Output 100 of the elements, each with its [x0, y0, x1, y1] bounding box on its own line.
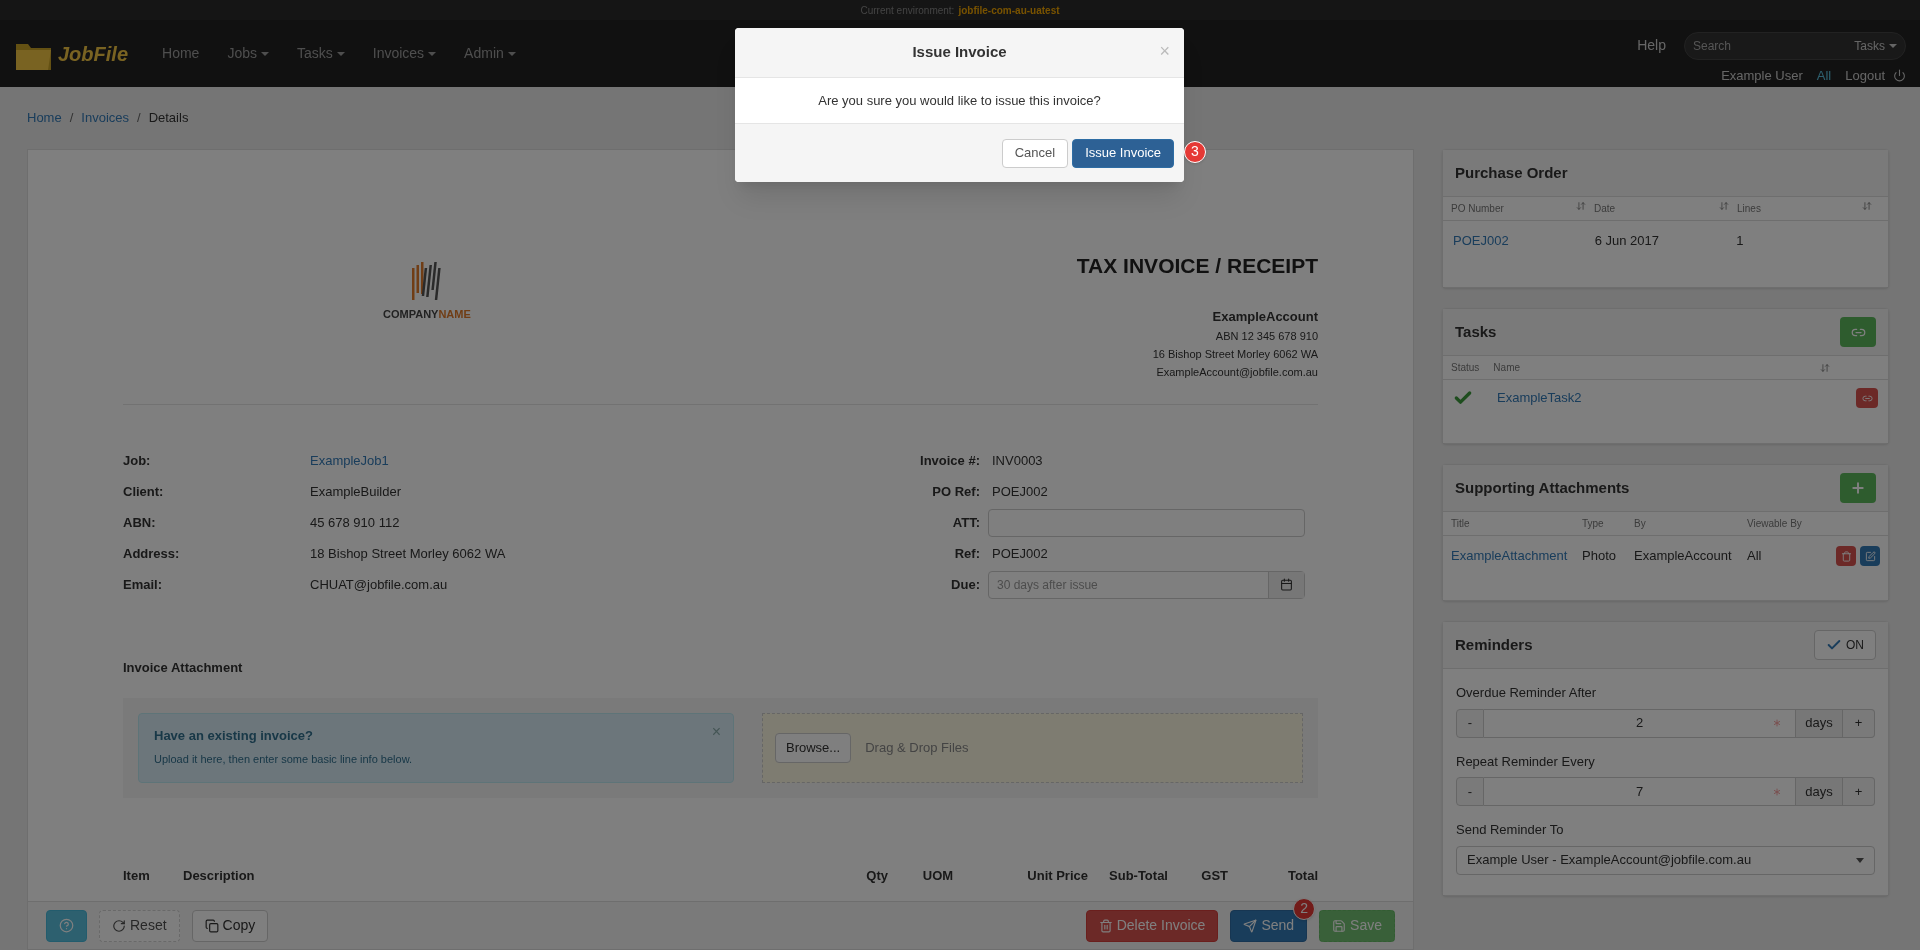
panel-title: Tasks [1455, 321, 1497, 342]
unit-label: days [1795, 777, 1843, 806]
job-link[interactable]: ExampleJob1 [310, 450, 389, 471]
caret-icon [1856, 857, 1864, 863]
field-value: ExampleBuilder [310, 482, 402, 501]
help-link[interactable]: Help [1637, 35, 1666, 57]
column-header: Date [1594, 202, 1616, 216]
table-cell-text: 6 Jun 2017 [1594, 232, 1660, 250]
refresh-icon [112, 918, 126, 933]
column-header: GST [1200, 866, 1228, 885]
field-value: 18 Bishop Street Morley 6062 WA [310, 544, 506, 563]
table-cell-text: ExampleAccount [1634, 547, 1733, 566]
field-label: ABN: [123, 513, 157, 532]
decrement-button[interactable]: - [1456, 777, 1484, 806]
search-field[interactable]: Search Tasks [1684, 31, 1906, 60]
field-label: ATT: [951, 513, 981, 532]
nav-link[interactable]: Admin [450, 43, 530, 64]
caret-icon [260, 51, 269, 56]
breadcrumb-separator: / [137, 109, 141, 128]
send-to-label: Send Reminder To [1456, 821, 1565, 839]
nav-link[interactable]: Jobs [213, 43, 283, 64]
column-header: Unit Price [1026, 866, 1088, 885]
stepper-label: Repeat Reminder Every [1456, 752, 1596, 771]
environment-name: jobfile-com-au-uatest [958, 3, 1060, 18]
link-task-button[interactable] [1840, 317, 1876, 347]
attachment-link[interactable]: ExampleAttachment [1451, 546, 1582, 566]
field-value: CHUAT@jobfile.com.au [310, 575, 448, 594]
decrement-button[interactable]: - [1456, 708, 1484, 738]
field-value: POEJ002 [992, 482, 1048, 501]
user-name: Example User [1721, 66, 1803, 85]
field-label: Job: [123, 451, 152, 470]
task-link[interactable]: ExampleTask2 [1497, 388, 1856, 408]
column-header: Type [1582, 517, 1605, 531]
search-placeholder: Search [1693, 37, 1732, 55]
close-button[interactable]: × [1159, 38, 1170, 65]
po-link[interactable]: POEJ002 [1453, 231, 1595, 251]
breadcrumb-separator: / [69, 109, 74, 128]
column-header: Title [1451, 517, 1471, 531]
power-icon [1893, 69, 1906, 82]
breadcrumb-link[interactable]: Home [27, 108, 62, 128]
delete-button[interactable] [1836, 546, 1856, 566]
nav-link[interactable]: Tasks [282, 43, 359, 64]
breadcrumb-link[interactable]: Invoices [81, 108, 129, 128]
issue-invoice-button[interactable]: Issue Invoice [1072, 138, 1174, 168]
unit-label: days [1795, 708, 1843, 738]
caret-icon [507, 51, 516, 56]
selected-recipient: Example User - ExampleAccount@jobfile.com.au [1467, 851, 1752, 870]
company-name: COMPANYNAME [383, 307, 471, 322]
alert-text: Upload it here, then enter some basic line info below. [154, 752, 414, 767]
nav-link[interactable]: Home [148, 43, 214, 64]
table-cell-text: All [1747, 547, 1763, 566]
number-input-field[interactable]: 7 [1484, 777, 1795, 806]
increment-button[interactable]: + [1843, 777, 1875, 806]
nav-link[interactable]: Invoices [358, 43, 451, 64]
number-input-field[interactable]: 2 [1484, 708, 1795, 738]
add-attachment-button[interactable] [1840, 473, 1876, 503]
reminders-toggle[interactable]: ON [1814, 630, 1876, 660]
search-scope-dropdown[interactable]: Tasks [1854, 36, 1897, 55]
att-input-field[interactable] [988, 508, 1305, 537]
cancel-button[interactable]: Cancel [1001, 138, 1069, 168]
edit-button[interactable] [1860, 546, 1880, 566]
column-header: PO Number [1451, 202, 1504, 216]
caret-icon [336, 51, 345, 56]
delete-button[interactable]: Delete Invoice [1085, 909, 1219, 942]
column-header: Viewable By [1747, 517, 1803, 531]
trash-icon [1840, 550, 1852, 562]
field-value: POEJ002 [992, 544, 1048, 563]
breadcrumb-current: Details [148, 109, 189, 128]
drop-hint: Drag & Drop Files [865, 738, 969, 757]
invoice-title: TAX INVOICE / RECEIPT [1076, 253, 1318, 279]
field-label: Ref: [953, 544, 981, 563]
copy-button[interactable]: Copy [191, 909, 269, 942]
alert-title: Have an existing invoice? [154, 726, 313, 745]
help-button[interactable] [46, 909, 87, 942]
browse-button[interactable]: Browse... [775, 732, 852, 763]
all-link[interactable]: All [1816, 65, 1832, 86]
account-name: ExampleAccount [1212, 307, 1318, 326]
column-header: Qty [865, 866, 888, 885]
field-label: Client: [123, 482, 165, 501]
account-detail: 16 Bishop Street Morley 6062 WA [1152, 347, 1318, 362]
trash-icon [1098, 918, 1113, 933]
column-header: Total [1286, 866, 1318, 885]
unlink-button[interactable] [1856, 388, 1878, 408]
edit-icon [1864, 550, 1876, 562]
recipient-select[interactable]: Example User - ExampleAccount@jobfile.com.au [1456, 845, 1875, 875]
stepper-label: Overdue Reminder After [1456, 684, 1598, 702]
column-header: Status [1451, 361, 1480, 375]
column-header: Name [1493, 361, 1522, 375]
required-icon [1771, 717, 1783, 729]
field-label: Address: [123, 544, 181, 563]
dialog-message: Are you sure you would like to issue this invoice? [818, 91, 1101, 110]
calendar-button[interactable] [1268, 571, 1304, 598]
panel-title: Reminders [1455, 634, 1533, 655]
input-value: 7 [1635, 782, 1644, 801]
field-label: Email: [123, 575, 163, 594]
calendar-icon [1280, 578, 1293, 591]
logout-link[interactable]: Logout [1845, 65, 1906, 86]
increment-button[interactable]: + [1843, 708, 1875, 738]
caret-icon [1889, 43, 1897, 48]
close-button[interactable]: × [711, 719, 721, 744]
